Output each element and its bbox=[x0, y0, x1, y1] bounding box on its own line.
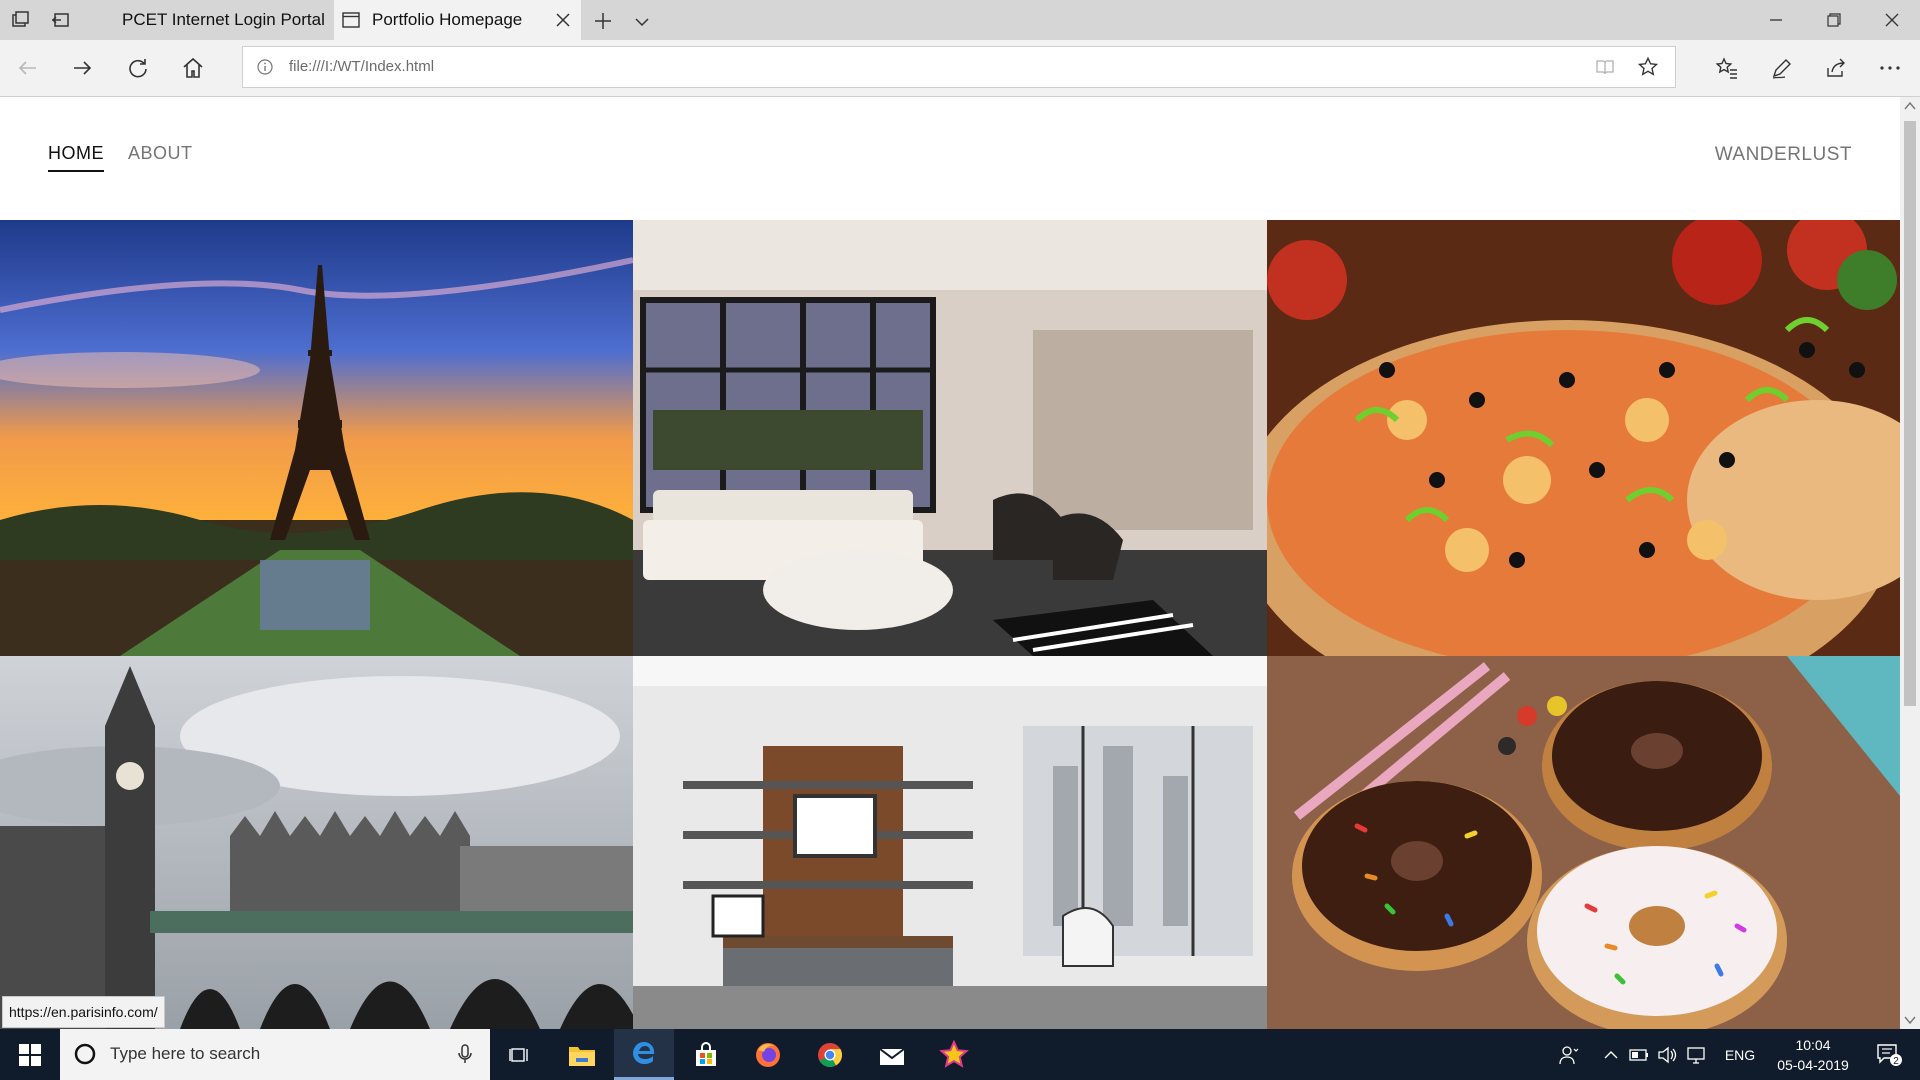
mail-icon[interactable] bbox=[862, 1029, 922, 1080]
web-note-pen-icon[interactable] bbox=[1770, 56, 1794, 80]
browser-toolbar: file:///I:/WT/Index.html bbox=[0, 40, 1920, 97]
link-status-tooltip: https://en.parisinfo.com/ bbox=[2, 996, 165, 1028]
site-info-icon[interactable] bbox=[257, 59, 273, 75]
back-arrow-icon[interactable] bbox=[16, 56, 40, 80]
clock-date: 05-04-2019 bbox=[1777, 1057, 1849, 1073]
minimize-icon[interactable] bbox=[1748, 0, 1804, 40]
microsoft-store-icon[interactable] bbox=[676, 1029, 736, 1080]
favorites-hub-icon[interactable] bbox=[1715, 56, 1739, 80]
more-ellipsis-icon[interactable] bbox=[1878, 56, 1902, 80]
language-label: ENG bbox=[1724, 1046, 1756, 1063]
scroll-down-arrow-icon[interactable] bbox=[1904, 1015, 1916, 1025]
chrome-icon[interactable] bbox=[800, 1029, 860, 1080]
system-clock[interactable]: 10:04 05-04-2019 bbox=[1775, 1035, 1851, 1075]
cortana-circle-icon bbox=[74, 1043, 96, 1065]
tab-actions-icon[interactable] bbox=[8, 8, 32, 32]
forward-arrow-icon[interactable] bbox=[70, 56, 94, 80]
network-icon[interactable] bbox=[1682, 1029, 1710, 1080]
gallery-image-donuts[interactable] bbox=[1267, 656, 1900, 1029]
people-icon[interactable] bbox=[1554, 1029, 1584, 1080]
taskbar-search-box[interactable]: Type here to search bbox=[60, 1029, 490, 1080]
volume-icon[interactable] bbox=[1654, 1029, 1680, 1080]
home-icon[interactable] bbox=[181, 56, 205, 80]
page-icon bbox=[342, 12, 360, 28]
show-hidden-icons-chevron-icon[interactable] bbox=[1598, 1029, 1624, 1080]
page-scrollbar[interactable] bbox=[1900, 97, 1920, 1029]
gallery-image-living-room[interactable] bbox=[633, 220, 1267, 656]
set-tabs-aside-icon[interactable] bbox=[48, 8, 72, 32]
starred-app-icon[interactable] bbox=[924, 1029, 984, 1080]
edge-browser-icon[interactable] bbox=[614, 1029, 674, 1080]
file-explorer-icon[interactable] bbox=[552, 1029, 612, 1080]
browser-tab-bar: PCET Internet Login Portal Portfolio Hom… bbox=[0, 0, 1920, 40]
action-center-icon[interactable]: 2 bbox=[1866, 1029, 1912, 1080]
tab-label: PCET Internet Login Portal bbox=[122, 10, 325, 29]
new-tab-icon[interactable] bbox=[592, 10, 614, 32]
battery-icon[interactable] bbox=[1626, 1029, 1652, 1080]
brand-logo-text[interactable]: WANDERLUST bbox=[1715, 144, 1852, 166]
reading-view-icon[interactable] bbox=[1595, 57, 1615, 77]
image-gallery bbox=[0, 220, 1900, 1029]
microphone-icon[interactable] bbox=[454, 1043, 476, 1065]
scrollbar-thumb[interactable] bbox=[1904, 121, 1916, 706]
firefox-icon[interactable] bbox=[738, 1029, 798, 1080]
task-view-icon[interactable] bbox=[490, 1029, 550, 1080]
share-icon[interactable] bbox=[1824, 56, 1848, 80]
refresh-icon[interactable] bbox=[126, 56, 150, 80]
gallery-image-tv-lounge[interactable] bbox=[633, 656, 1267, 1029]
close-tab-icon[interactable] bbox=[555, 12, 571, 28]
restore-icon[interactable] bbox=[1806, 0, 1862, 40]
site-navigation: HOME ABOUT bbox=[48, 143, 193, 172]
tab-preview-chevron-icon[interactable] bbox=[632, 12, 652, 32]
favorite-star-icon[interactable] bbox=[1637, 56, 1659, 78]
nav-about-link[interactable]: ABOUT bbox=[128, 143, 193, 172]
nav-home-link[interactable]: HOME bbox=[48, 143, 104, 172]
web-page: HOME ABOUT WANDERLUST bbox=[0, 97, 1900, 1029]
notification-count-badge: 2 bbox=[1893, 1056, 1899, 1067]
tab-pcet-login[interactable]: PCET Internet Login Portal bbox=[98, 0, 334, 40]
input-language[interactable]: ENG bbox=[1718, 1029, 1762, 1080]
gallery-image-pizza[interactable] bbox=[1267, 220, 1900, 656]
scroll-up-arrow-icon[interactable] bbox=[1904, 101, 1916, 111]
tab-label: Portfolio Homepage bbox=[372, 10, 523, 29]
tab-portfolio-homepage[interactable]: Portfolio Homepage bbox=[334, 0, 581, 40]
close-window-icon[interactable] bbox=[1864, 0, 1920, 40]
address-text[interactable]: file:///I:/WT/Index.html bbox=[289, 58, 434, 75]
address-bar[interactable]: file:///I:/WT/Index.html bbox=[242, 46, 1676, 88]
clock-time: 10:04 bbox=[1795, 1037, 1831, 1053]
search-placeholder: Type here to search bbox=[110, 1044, 261, 1063]
gallery-image-big-ben[interactable] bbox=[0, 656, 633, 1029]
gallery-image-eiffel-tower[interactable] bbox=[0, 220, 633, 656]
windows-taskbar: Type here to search ENG 10:04 05-04-2019… bbox=[0, 1029, 1920, 1080]
windows-start-icon[interactable] bbox=[0, 1029, 60, 1080]
